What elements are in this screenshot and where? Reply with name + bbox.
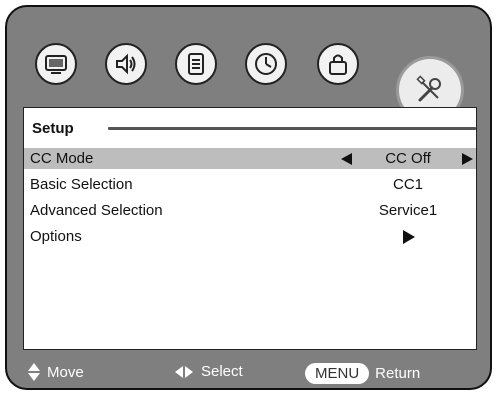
title-divider	[108, 127, 476, 130]
move-label: Move	[47, 363, 84, 381]
channel-list-icon	[188, 53, 204, 75]
row-value: Service1	[378, 202, 438, 219]
osd-menu-window: Setup CC Mode CC Off Basic Selection CC1…	[5, 5, 492, 390]
row-value: CC1	[392, 176, 423, 193]
panel-title: Setup	[32, 120, 74, 137]
left-arrow-icon[interactable]	[341, 153, 352, 165]
select-label: Select	[201, 363, 243, 380]
menu-row-cc-mode[interactable]: CC Mode CC Off	[24, 148, 476, 169]
audio-menu-button[interactable]	[105, 43, 147, 85]
picture-icon	[45, 55, 67, 74]
move-hint: Move	[27, 363, 84, 381]
menu-row-advanced-selection[interactable]: Advanced Selection Service1	[24, 200, 476, 221]
picture-menu-button[interactable]	[35, 43, 77, 85]
footer-hints: Move Select MENU Return	[7, 351, 490, 388]
row-value: CC Off	[385, 150, 431, 167]
time-menu-button[interactable]	[245, 43, 287, 85]
select-hint: Select	[175, 363, 243, 380]
row-label: Basic Selection	[30, 176, 133, 193]
menu-key-button[interactable]: MENU	[305, 363, 370, 384]
menu-icon-bar	[7, 7, 490, 121]
clock-icon	[255, 53, 277, 75]
channel-menu-button[interactable]	[175, 43, 217, 85]
lock-menu-button[interactable]	[317, 43, 359, 85]
return-label: Return	[375, 365, 421, 382]
submenu-arrow-icon[interactable]	[403, 230, 415, 244]
menu-row-basic-selection[interactable]: Basic Selection CC1	[24, 174, 476, 195]
right-arrow-icon[interactable]	[462, 153, 473, 165]
row-label: CC Mode	[30, 150, 94, 167]
left-right-arrow-icon	[175, 365, 195, 379]
menu-row-options[interactable]: Options	[24, 226, 476, 247]
setup-tools-icon	[416, 75, 441, 102]
setup-panel: Setup CC Mode CC Off Basic Selection CC1…	[23, 107, 477, 350]
up-down-arrow-icon	[27, 363, 41, 381]
return-hint: MENU Return	[305, 363, 420, 384]
audio-icon	[116, 53, 136, 75]
row-label: Advanced Selection	[30, 202, 163, 219]
lock-icon	[329, 54, 347, 75]
row-label: Options	[30, 228, 82, 245]
